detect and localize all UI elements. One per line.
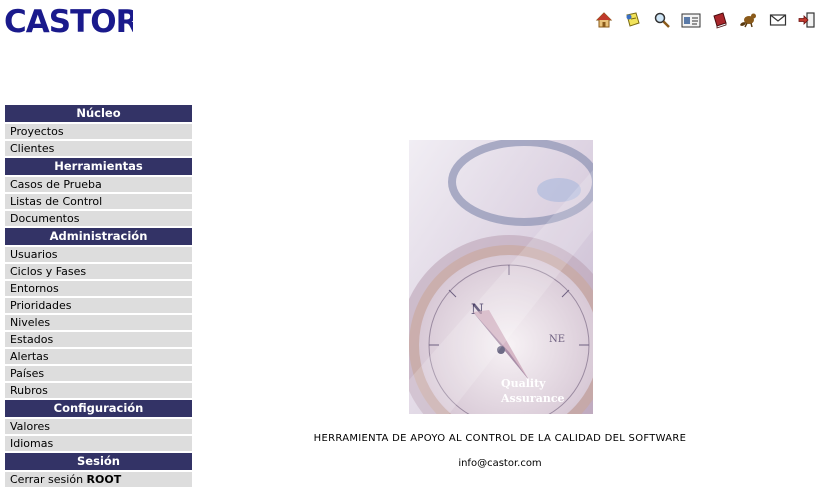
logo-text: CASTOR xyxy=(4,4,133,38)
notes-icon[interactable] xyxy=(623,10,643,30)
menu-item-alertas[interactable]: Alertas xyxy=(5,349,192,364)
tagline: HERRAMIENTA DE APOYO AL CONTROL DE LA CA… xyxy=(313,433,687,444)
beaver-icon[interactable] xyxy=(739,10,759,30)
menu-item-cerrar-sesion[interactable]: Cerrar sesión ROOT xyxy=(5,472,192,487)
menu-item-niveles[interactable]: Niveles xyxy=(5,315,192,330)
menu-item-usuarios[interactable]: Usuarios xyxy=(5,247,192,262)
menu-item-estados[interactable]: Estados xyxy=(5,332,192,347)
menu-item-casos-de-prueba[interactable]: Casos de Prueba xyxy=(5,177,192,192)
image-caption-assurance: Assurance xyxy=(500,392,565,405)
section-header-sesion: Sesión xyxy=(5,453,192,470)
toolbar xyxy=(594,10,817,32)
quality-assurance-image: N NE Quality Assurance xyxy=(409,140,593,414)
section-header-nucleo: Núcleo xyxy=(5,105,192,122)
section-header-configuracion: Configuración xyxy=(5,400,192,417)
menu-item-documentos[interactable]: Documentos xyxy=(5,211,192,226)
home-icon[interactable] xyxy=(594,10,614,30)
menu-item-clientes[interactable]: Clientes xyxy=(5,141,192,156)
menu-item-valores[interactable]: Valores xyxy=(5,419,192,434)
logged-user: ROOT xyxy=(86,473,122,486)
svg-text:NE: NE xyxy=(549,334,565,345)
mail-icon[interactable] xyxy=(768,10,788,30)
menu-item-paises[interactable]: Países xyxy=(5,366,192,381)
contact-email-link[interactable]: info@castor.com xyxy=(192,458,808,469)
book-icon[interactable] xyxy=(710,10,730,30)
menu-item-prioridades[interactable]: Prioridades xyxy=(5,298,192,313)
menu-item-idiomas[interactable]: Idiomas xyxy=(5,436,192,451)
image-caption-quality: Quality xyxy=(501,377,546,390)
contact-card-icon[interactable] xyxy=(681,10,701,30)
logout-icon[interactable] xyxy=(797,10,817,30)
menu-item-rubros[interactable]: Rubros xyxy=(5,383,192,398)
search-icon[interactable] xyxy=(652,10,672,30)
castor-logo: CASTOR xyxy=(3,2,133,38)
section-header-administracion: Administración xyxy=(5,228,192,245)
menu-item-ciclos-y-fases[interactable]: Ciclos y Fases xyxy=(5,264,192,279)
section-header-herramientas: Herramientas xyxy=(5,158,192,175)
menu-item-listas-de-control[interactable]: Listas de Control xyxy=(5,194,192,209)
sidebar-menu: Núcleo Proyectos Clientes Herramientas C… xyxy=(5,105,192,489)
menu-item-entornos[interactable]: Entornos xyxy=(5,281,192,296)
logout-label: Cerrar sesión xyxy=(10,473,87,486)
menu-item-proyectos[interactable]: Proyectos xyxy=(5,124,192,139)
